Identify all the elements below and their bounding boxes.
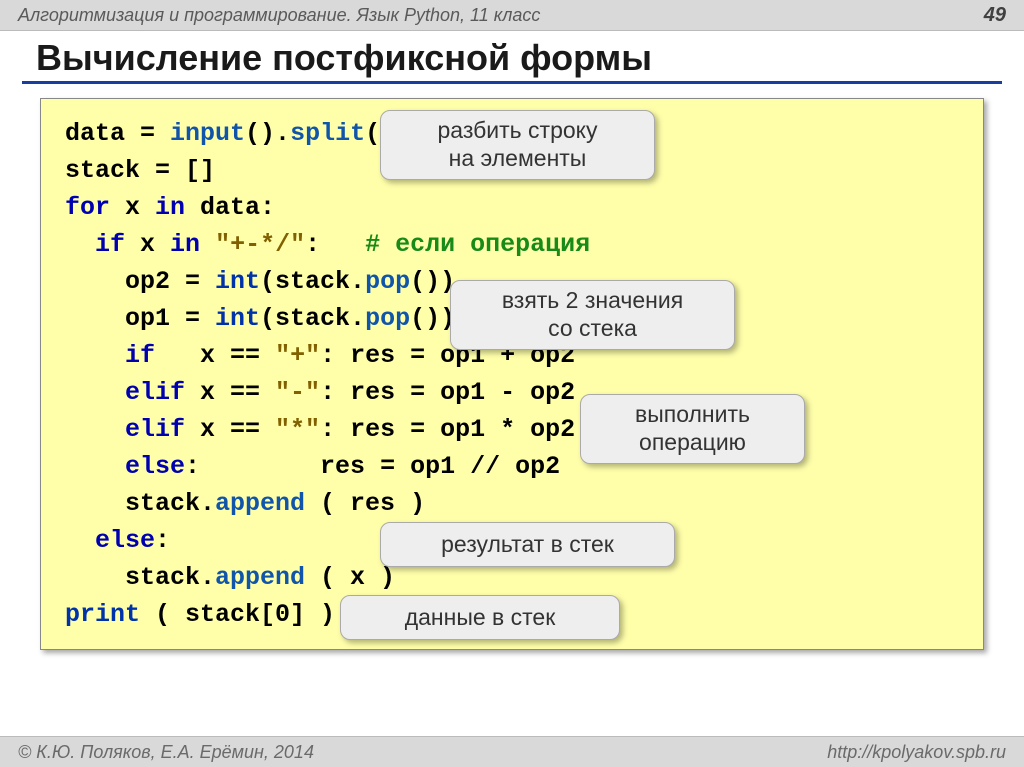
code-line-11: stack.append ( res ) <box>65 485 971 522</box>
footer-left: © К.Ю. Поляков, Е.А. Ерёмин, 2014 <box>18 742 314 763</box>
code-line-3: for x in data: <box>65 189 971 226</box>
footer-bar: © К.Ю. Поляков, Е.А. Ерёмин, 2014 http:/… <box>0 736 1024 767</box>
callout-push-res: результат в стек <box>380 522 675 567</box>
code-line-4: if x in "+-*/": # если операция <box>65 226 971 263</box>
course-title: Алгоритмизация и программирование. Язык … <box>18 5 540 26</box>
title-underline <box>22 81 1002 84</box>
footer-right: http://kpolyakov.spb.ru <box>827 742 1006 763</box>
header-bar: Алгоритмизация и программирование. Язык … <box>0 0 1024 31</box>
callout-push-data: данные в стек <box>340 595 620 640</box>
code-box: data = input().split() stack = [] for x … <box>40 98 984 650</box>
callout-split: разбить строку на элементы <box>380 110 655 180</box>
code-line-9: elif x == "*": res = op1 * op2 <box>65 411 971 448</box>
code-line-10: else: res = op1 // op2 <box>65 448 971 485</box>
code-line-8: elif x == "-": res = op1 - op2 <box>65 374 971 411</box>
page-title: Вычисление постфиксной формы <box>0 31 1024 81</box>
page-number: 49 <box>984 4 1006 27</box>
callout-operate: выполнить операцию <box>580 394 805 464</box>
callout-pop: взять 2 значения со стека <box>450 280 735 350</box>
